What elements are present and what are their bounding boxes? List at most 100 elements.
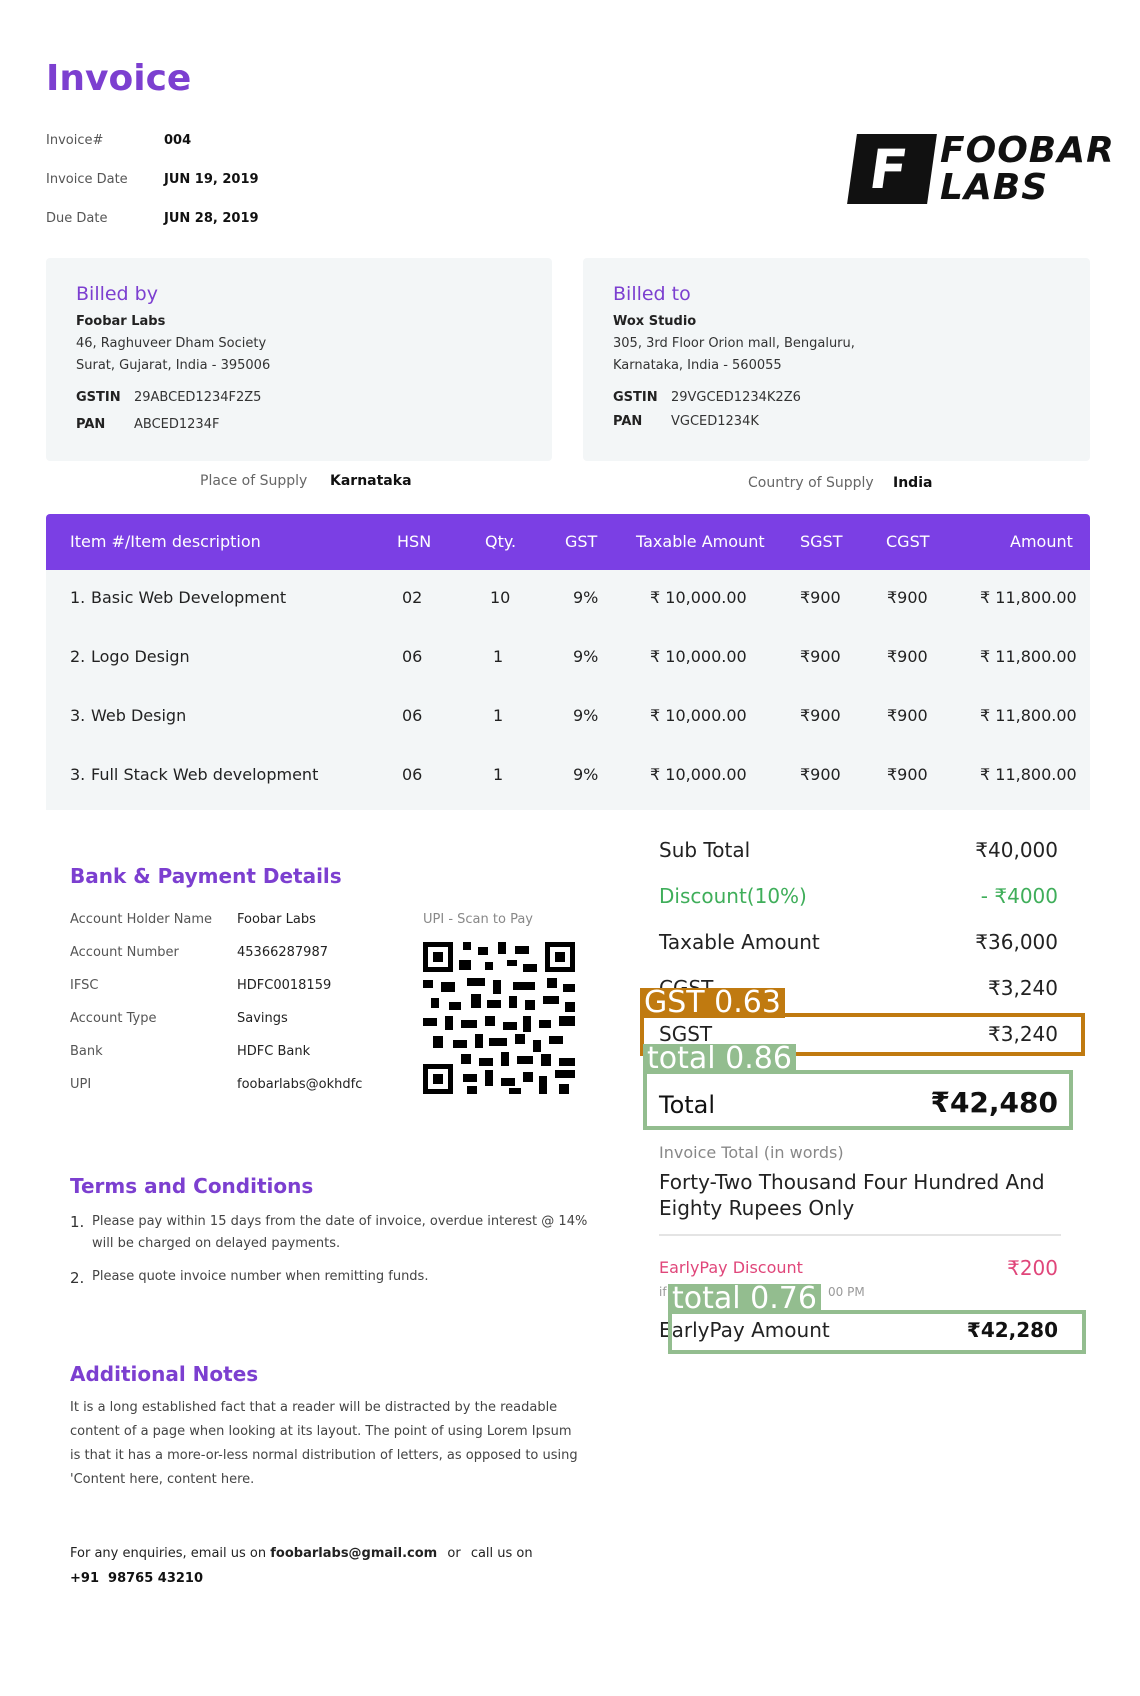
billed-by-pan: ABCED1234F — [134, 417, 220, 432]
item-number: 1. — [70, 588, 86, 607]
billed-to-pan: VGCED1234K — [671, 414, 759, 429]
bank-row-label: Account Holder Name — [70, 912, 213, 927]
billed-to-address-2: Karnataka, India - 560055 — [613, 358, 782, 373]
item-description: Web Design — [91, 706, 187, 725]
company-logo: F FOOBAR LABS — [847, 132, 1114, 208]
item-taxable: ₹ 10,000.00 — [650, 647, 747, 666]
table-row: 3. Full Stack Web development 06 1 9% ₹ … — [46, 747, 1090, 806]
terms-item-line: Please pay within 15 days from the date … — [92, 1214, 588, 1229]
item-qty: 10 — [490, 588, 511, 607]
page-title: Invoice — [46, 58, 192, 99]
col-amount: Amount — [1010, 532, 1073, 551]
logo-line-2: LABS — [940, 167, 1049, 208]
col-cgst: CGST — [886, 532, 930, 551]
item-cgst: ₹900 — [887, 765, 928, 784]
item-cgst: ₹900 — [887, 588, 928, 607]
discount-label: Discount(10%) — [659, 884, 807, 908]
billed-by-gstin: 29ABCED1234F2Z5 — [134, 390, 262, 405]
table-row: 3. Web Design 06 1 9% ₹ 10,000.00 ₹900 ₹… — [46, 688, 1090, 747]
cgst-value: ₹3,240 — [988, 976, 1058, 1000]
bank-row-value: Savings — [237, 1011, 288, 1026]
billed-by-gstin-label: GSTIN — [76, 390, 121, 405]
item-amount: ₹ 11,800.00 — [980, 588, 1077, 607]
col-sgst: SGST — [800, 532, 843, 551]
upi-qr-code-icon — [423, 942, 575, 1094]
billed-to-name: Wox Studio — [613, 314, 697, 329]
total-words-line-1: Forty-Two Thousand Four Hundred And — [659, 1170, 1045, 1194]
subtotal-label: Sub Total — [659, 838, 751, 862]
item-sgst: ₹900 — [800, 588, 841, 607]
bank-row-value: HDFC Bank — [237, 1044, 311, 1059]
table-row: 1. Basic Web Development 02 10 9% ₹ 10,0… — [46, 570, 1090, 629]
billed-to-card: Billed to Wox Studio 305, 3rd Floor Orio… — [583, 258, 1090, 461]
item-gst: 9% — [573, 647, 599, 666]
billed-by-name: Foobar Labs — [76, 314, 166, 329]
billed-by-address-2: Surat, Gujarat, India - 395006 — [76, 358, 271, 373]
billed-to-gstin-label: GSTIN — [613, 390, 658, 405]
due-date-label: Due Date — [46, 211, 108, 226]
bank-row-label: Bank — [70, 1044, 103, 1059]
item-hsn: 02 — [402, 588, 423, 607]
bank-row-value: HDFC0018159 — [237, 978, 332, 993]
billed-by-pan-label: PAN — [76, 417, 106, 432]
item-number: 3. — [70, 706, 86, 725]
terms-item-line: will be charged on delayed payments. — [92, 1236, 341, 1251]
notes-line: It is a long established fact that a rea… — [70, 1400, 558, 1415]
bank-details-title: Bank & Payment Details — [70, 864, 342, 888]
item-amount: ₹ 11,800.00 — [980, 765, 1077, 784]
item-gst: 9% — [573, 588, 599, 607]
total-detection-box — [643, 1070, 1073, 1130]
logo-mark-icon: F — [847, 134, 937, 204]
col-gst: GST — [565, 532, 598, 551]
total-words-label: Invoice Total (in words) — [659, 1143, 844, 1162]
bank-row-value: Foobar Labs — [237, 912, 316, 927]
discount-value: - ₹4000 — [980, 884, 1058, 908]
logo-line-1: FOOBAR — [940, 130, 1115, 171]
bank-row-label: Account Number — [70, 945, 179, 960]
terms-title: Terms and Conditions — [70, 1174, 314, 1198]
item-taxable: ₹ 10,000.00 — [650, 765, 747, 784]
items-table-header: Item #/Item description HSN Qty. GST Tax… — [46, 514, 1090, 570]
item-qty: 1 — [493, 706, 504, 725]
earlypay-detection-box — [668, 1310, 1086, 1354]
total-words-line-2: Eighty Rupees Only — [659, 1196, 855, 1220]
country-of-supply-label: Country of Supply — [748, 475, 874, 491]
footer-text: For any enquiries, email us on — [70, 1546, 267, 1561]
invoice-date: JUN 19, 2019 — [164, 172, 259, 187]
terms-item-number: 2. — [70, 1269, 85, 1287]
item-description: Logo Design — [91, 647, 190, 666]
col-description: Item #/Item description — [70, 532, 261, 551]
terms-item-number: 1. — [70, 1213, 85, 1231]
billed-to-gstin: 29VGCED1234K2Z6 — [671, 390, 801, 405]
notes-line: content of a page when looking at its la… — [70, 1424, 572, 1439]
total-detection-label: total 0.86 — [643, 1044, 796, 1074]
footer-contact: For any enquiries, email us on foobarlab… — [70, 1546, 533, 1561]
place-of-supply-label: Place of Supply — [200, 473, 308, 489]
billed-to-address-1: 305, 3rd Floor Orion mall, Bengaluru, — [613, 336, 855, 351]
footer-phone[interactable]: +91 98765 43210 — [70, 1571, 203, 1586]
item-hsn: 06 — [402, 706, 423, 725]
earlypay-discount-value: ₹200 — [1007, 1256, 1058, 1280]
item-hsn: 06 — [402, 647, 423, 666]
item-gst: 9% — [573, 706, 599, 725]
item-qty: 1 — [493, 765, 504, 784]
item-sgst: ₹900 — [800, 647, 841, 666]
item-taxable: ₹ 10,000.00 — [650, 706, 747, 725]
item-gst: 9% — [573, 765, 599, 784]
notes-line: is that it has a more-or-less normal dis… — [70, 1448, 578, 1463]
footer-email-link[interactable]: foobarlabs@gmail.com — [270, 1546, 437, 1561]
col-hsn: HSN — [397, 532, 432, 551]
invoice-number: 004 — [164, 133, 192, 148]
invoice-number-label: Invoice# — [46, 133, 104, 148]
col-taxable: Taxable Amount — [636, 532, 765, 551]
table-row: 2. Logo Design 06 1 9% ₹ 10,000.00 ₹900 … — [46, 629, 1090, 688]
footer-call-text: call us on — [470, 1546, 533, 1561]
col-qty: Qty. — [485, 532, 517, 551]
item-number: 2. — [70, 647, 86, 666]
upi-scan-label: UPI - Scan to Pay — [423, 912, 533, 927]
item-cgst: ₹900 — [887, 647, 928, 666]
notes-title: Additional Notes — [70, 1362, 259, 1386]
billed-by-title: Billed by — [76, 283, 158, 305]
item-sgst: ₹900 — [800, 765, 841, 784]
item-description: Full Stack Web development — [91, 765, 319, 784]
